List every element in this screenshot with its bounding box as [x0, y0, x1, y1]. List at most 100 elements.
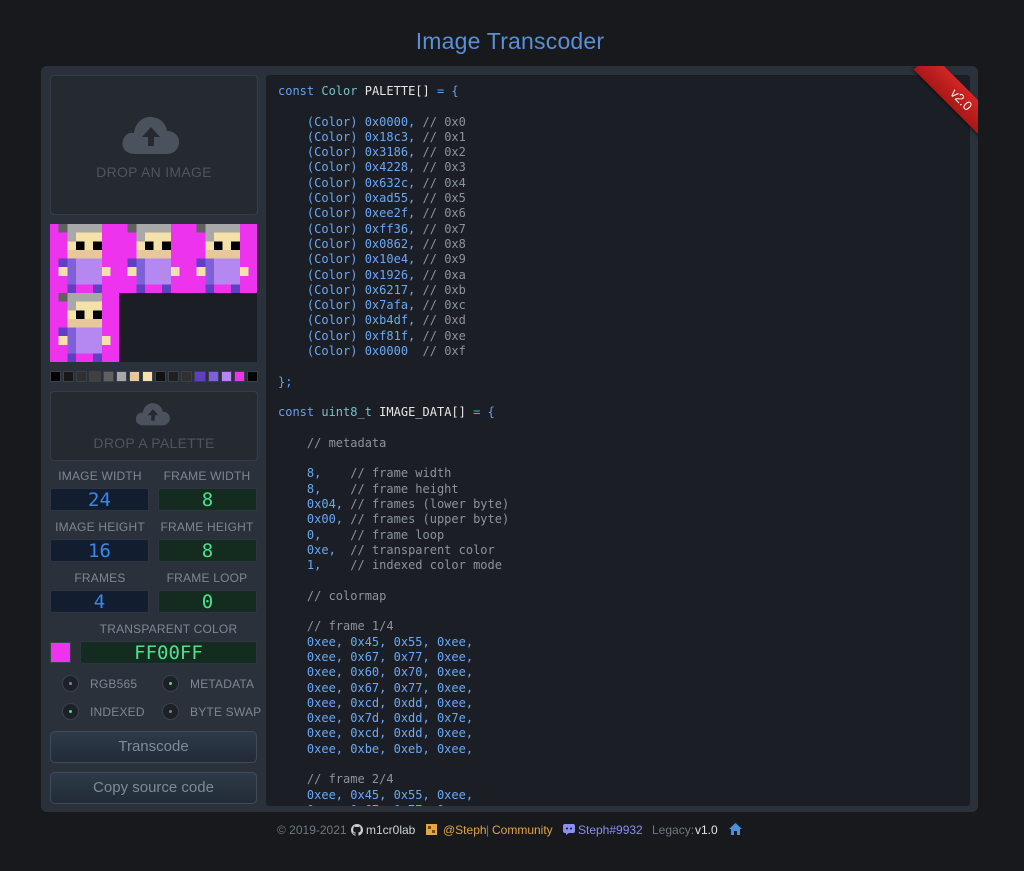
cloud-upload-icon	[122, 116, 180, 154]
code-token: Color	[321, 84, 358, 98]
indexed-radio[interactable]	[62, 703, 79, 720]
code-token: (Color) 0x0000	[306, 344, 416, 359]
frame-height-field[interactable]: 8	[158, 539, 257, 562]
image-width-field[interactable]: 24	[50, 488, 149, 511]
code-token: (Color) 0xff36,	[306, 221, 416, 236]
version-ribbon: v2.0	[900, 66, 978, 144]
palette-swatch	[194, 371, 206, 382]
code-token: const	[278, 405, 315, 420]
code-token: 0xee, 0x45, 0x55, 0xee,	[306, 634, 474, 649]
frame-width-field[interactable]: 8	[158, 488, 257, 511]
code-token: 0xee, 0xcd, 0xdd, 0xee,	[306, 726, 474, 741]
code-token: (Color) 0xf81f,	[306, 328, 416, 343]
code-token: IMAGE_DATA[]	[379, 405, 466, 420]
palette-swatch	[181, 371, 193, 382]
image-height-field[interactable]: 16	[50, 539, 149, 562]
code-token: const	[278, 84, 315, 98]
byte-swap-label: BYTE SWAP	[190, 705, 262, 719]
transparent-color-field[interactable]: FF00FF	[80, 641, 257, 664]
code-output[interactable]: const Color PALETTE[] = { (Color) 0x0000…	[266, 75, 970, 806]
code-token: // 0x4	[422, 175, 466, 190]
copyright: © 2019-2021	[277, 823, 347, 837]
community-link[interactable]: Community	[492, 823, 553, 837]
code-token: (Color) 0x1926,	[306, 267, 416, 282]
palette-dropzone[interactable]: DROP A PALETTE	[50, 391, 258, 461]
transparent-color-label: TRANSPARENT COLOR	[99, 622, 238, 636]
code-token: // frame 1/4	[306, 619, 394, 634]
github-link[interactable]: m1cr0lab	[366, 823, 415, 837]
palette-swatch	[76, 371, 88, 382]
code-token: (Color) 0x10e4,	[306, 252, 416, 267]
palette-swatch	[141, 371, 153, 382]
indexed-label: INDEXED	[90, 705, 145, 719]
code-token: 0xee, 0xbe, 0xeb, 0xee,	[306, 741, 474, 756]
rgb565-radio[interactable]	[62, 675, 79, 692]
discord-icon	[563, 824, 575, 835]
palette-swatch	[155, 371, 167, 382]
frame-loop-label: FRAME LOOP	[166, 571, 248, 585]
code-token: // 0x8	[422, 236, 466, 251]
palette-swatch	[233, 371, 245, 382]
code-token: 0xee, 0x7d, 0xdd, 0x7e,	[306, 711, 474, 726]
code-token: 0xee, 0x67, 0x77, 0xee,	[307, 803, 473, 806]
steph-icon	[426, 824, 437, 835]
code-token: // 0x3	[422, 160, 466, 175]
code-token: // 0xa	[422, 267, 466, 282]
steph-link[interactable]: @Steph	[443, 823, 487, 837]
code-token: // frame 2/4	[306, 772, 394, 787]
dropzone-label: DROP AN IMAGE	[96, 164, 212, 180]
frames-field[interactable]: 4	[50, 590, 149, 613]
frame-loop-field[interactable]: 0	[158, 590, 257, 613]
code-token: // 0xe	[422, 328, 466, 343]
palette-swatch	[89, 371, 101, 382]
palette-swatch	[63, 371, 75, 382]
code-token: // 0xb	[422, 282, 466, 297]
palette-swatch	[168, 371, 180, 382]
code-token: 0xee, 0x67, 0x77, 0xee,	[306, 680, 474, 695]
palette-swatch	[115, 371, 127, 382]
transcode-button[interactable]: Transcode	[50, 731, 257, 763]
legacy-link[interactable]: v1.0	[695, 823, 718, 837]
image-dropzone[interactable]: DROP AN IMAGE	[50, 75, 258, 215]
frame-height-label: FRAME HEIGHT	[160, 520, 254, 534]
code-token: (Color) 0xee2f,	[306, 206, 416, 221]
metadata-toggle[interactable]	[162, 675, 179, 692]
discord-link[interactable]: Steph#9932	[578, 823, 643, 837]
code-token: // 0x1	[422, 129, 466, 144]
palette-swatch	[50, 371, 62, 382]
code-token: 8,	[306, 481, 344, 496]
frames-label: FRAMES	[74, 571, 126, 585]
code-token: (Color) 0x0862,	[306, 236, 416, 251]
code-token: = {	[429, 84, 459, 98]
code-token: // indexed color mode	[350, 558, 502, 573]
legacy-label: Legacy:	[652, 823, 695, 837]
version-badge: v2.0	[913, 66, 978, 144]
code-token: // 0x0	[422, 114, 466, 129]
copy-source-button[interactable]: Copy source code	[50, 772, 257, 804]
source-code: const Color PALETTE[] = { (Color) 0x0000…	[278, 84, 509, 806]
code-token: 0x04,	[306, 497, 344, 512]
code-token: // colormap	[306, 588, 387, 603]
code-token: // metadata	[306, 435, 387, 450]
home-icon[interactable]	[729, 823, 742, 835]
code-token: // 0xf	[422, 344, 466, 359]
palette-swatch	[128, 371, 140, 382]
code-token: // frame loop	[350, 527, 445, 542]
image-preview	[50, 224, 257, 362]
code-token: uint8_t	[321, 405, 372, 420]
transparent-color-swatch[interactable]	[50, 642, 71, 663]
code-token: // frames (lower byte)	[350, 497, 510, 512]
code-token: // 0xc	[422, 298, 466, 313]
code-token: (Color) 0x7afa,	[306, 298, 416, 313]
byte-swap-toggle[interactable]	[162, 703, 179, 720]
code-token: 0xee, 0x60, 0x70, 0xee,	[306, 665, 474, 680]
palette-swatches	[50, 371, 258, 382]
code-token: // 0x9	[422, 252, 466, 267]
palette-swatch	[102, 371, 114, 382]
code-token: 1,	[306, 558, 344, 573]
code-token: 8,	[306, 466, 344, 481]
code-token: (Color) 0x18c3,	[306, 129, 416, 144]
metadata-label: METADATA	[190, 677, 255, 691]
code-token: (Color) 0x3186,	[306, 145, 416, 160]
code-token: // frames (upper byte)	[350, 512, 510, 527]
